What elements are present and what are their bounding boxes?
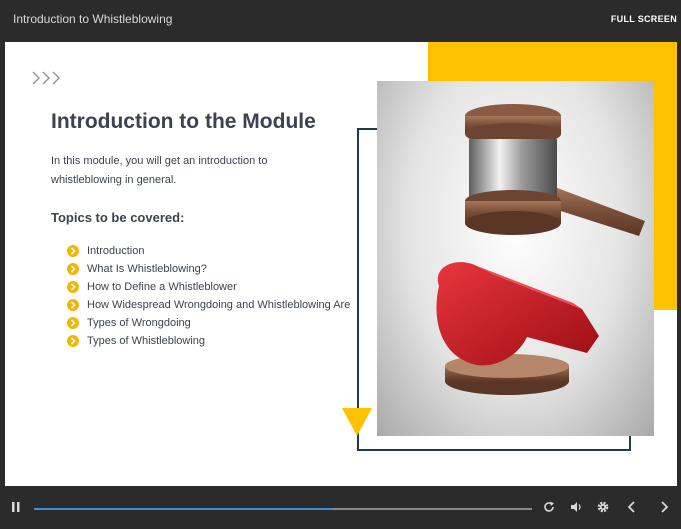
- list-item: How to Define a Whistleblower: [67, 280, 357, 295]
- topic-label: How to Define a Whistleblower: [87, 281, 237, 293]
- chevron-bullet-icon: [67, 335, 79, 347]
- chevron-bullet-icon: [67, 299, 79, 311]
- topic-label: Types of Wrongdoing: [87, 317, 191, 329]
- topic-label: What Is Whistleblowing?: [87, 263, 207, 275]
- list-item: Types of Whistleblowing: [67, 334, 357, 349]
- chevron-bullet-icon: [67, 263, 79, 275]
- list-item: How Widespread Wrongdoing and Whistleblo…: [67, 298, 357, 313]
- yellow-triangle-decoration: [342, 408, 372, 436]
- chevron-bullet-icon: [67, 317, 79, 329]
- pause-icon[interactable]: [10, 500, 22, 514]
- course-title: Introduction to Whistleblowing: [13, 12, 173, 26]
- settings-icon[interactable]: [596, 500, 610, 514]
- list-item: Types of Wrongdoing: [67, 316, 357, 331]
- chevrons-icon: [32, 71, 60, 85]
- list-item: What Is Whistleblowing?: [67, 262, 357, 277]
- intro-text: In this module, you will get an introduc…: [51, 155, 268, 186]
- gavel-whistle-image: [377, 81, 654, 436]
- list-item: Introduction: [67, 244, 357, 259]
- topic-label: Introduction: [87, 245, 145, 257]
- replay-icon[interactable]: [542, 500, 556, 514]
- slide-heading: Introduction to the Module: [51, 110, 316, 133]
- progress-bar[interactable]: [34, 508, 532, 510]
- chevron-bullet-icon: [67, 245, 79, 257]
- next-icon[interactable]: [657, 500, 671, 514]
- prev-icon[interactable]: [625, 500, 639, 514]
- top-bar: Introduction to Whistleblowing FULL SCRE…: [0, 0, 681, 42]
- progress-fill: [34, 508, 333, 510]
- topic-label: Types of Whistleblowing: [87, 335, 205, 347]
- slide: Introduction to the Module In this modul…: [5, 42, 677, 486]
- topics-title: Topics to be covered:: [51, 210, 185, 225]
- volume-icon[interactable]: [569, 500, 583, 514]
- gavel-whistle-illustration: [436, 104, 645, 395]
- topic-label: How Widespread Wrongdoing and Whistleblo…: [87, 299, 351, 311]
- chevron-bullet-icon: [67, 281, 79, 293]
- fullscreen-button[interactable]: FULL SCREEN: [611, 14, 677, 24]
- player-controls: [0, 486, 681, 529]
- topics-list: Introduction What Is Whistleblowing? How…: [67, 244, 357, 352]
